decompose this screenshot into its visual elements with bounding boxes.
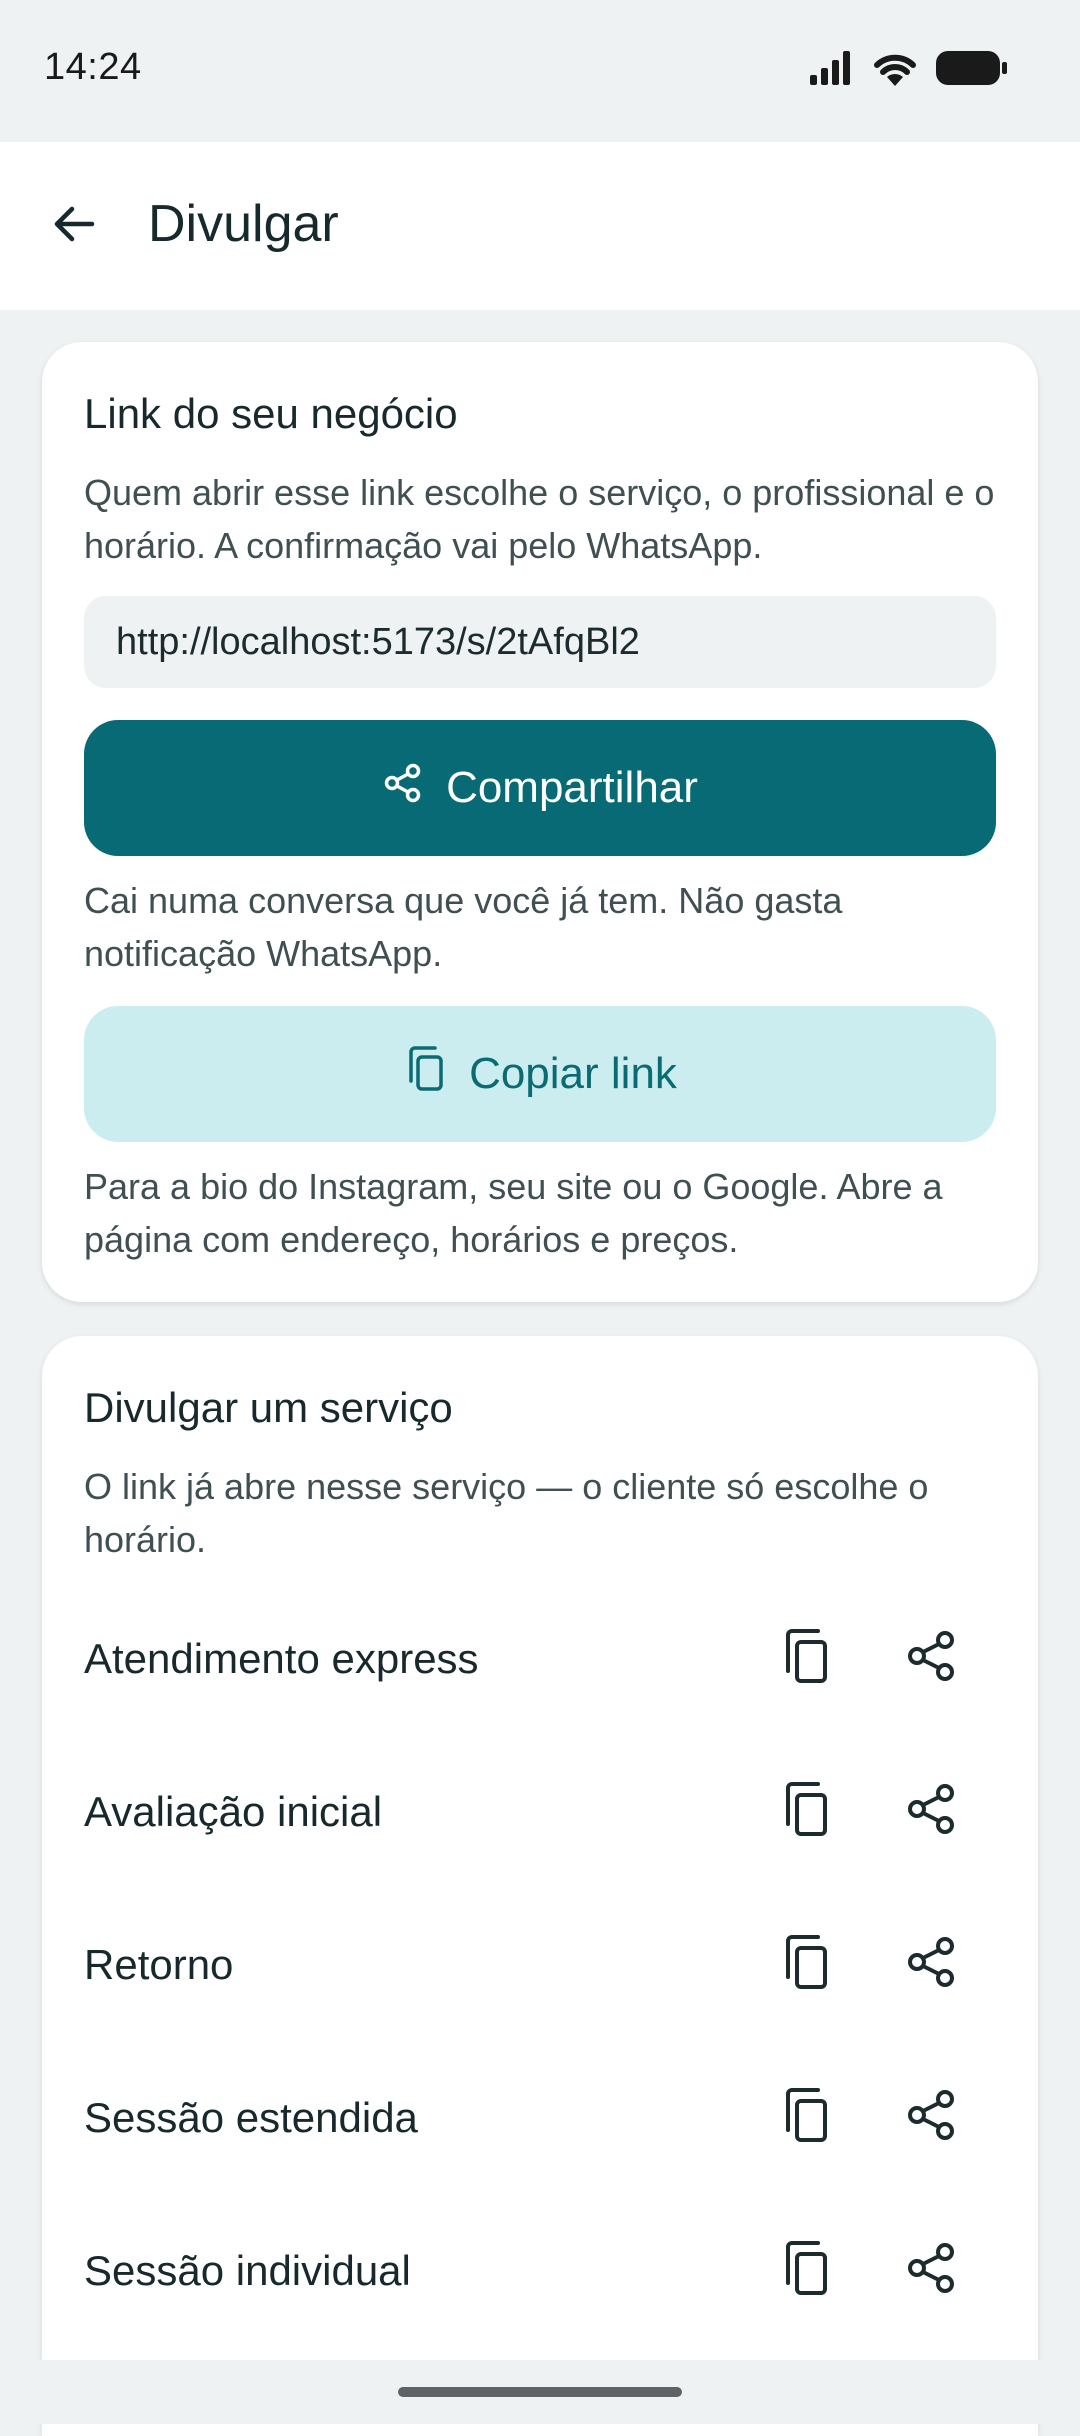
copy-service-link-button[interactable]: [764, 2229, 848, 2313]
home-indicator[interactable]: [398, 2387, 682, 2397]
service-name: Atendimento express: [84, 1634, 479, 1682]
status-bar: 14:24: [0, 0, 1080, 142]
app-bar: Divulgar: [0, 142, 1080, 310]
share-icon: [905, 1935, 959, 1994]
share-icon: [905, 2241, 959, 2300]
service-name: Sessão individual: [84, 2246, 411, 2294]
copy-service-link-button[interactable]: [764, 1617, 848, 1701]
business-link-url: http://localhost:5173/s/2tAfqBl2: [116, 620, 640, 663]
service-row: Sessão estendida: [42, 2041, 1038, 2194]
page-title: Divulgar: [148, 195, 339, 253]
share-service-link-button[interactable]: [890, 2229, 974, 2313]
wifi-icon: [872, 50, 918, 91]
copy-service-link-button[interactable]: [764, 2076, 848, 2160]
share-link-button[interactable]: Compartilhar: [84, 720, 996, 856]
battery-icon: [936, 51, 1008, 90]
service-row: Avaliação inicial: [42, 1735, 1038, 1888]
service-row: Retorno: [42, 1888, 1038, 2041]
service-row: Atendimento express: [42, 1582, 1038, 1735]
service-share-card: Divulgar um serviço O link já abre nesse…: [42, 1336, 1038, 2436]
business-link-description: Quem abrir esse link escolhe o serviço, …: [84, 472, 995, 566]
status-time: 14:24: [44, 46, 142, 88]
service-share-description: O link já abre nesse serviço — o cliente…: [84, 1466, 929, 1560]
business-link-card: Link do seu negócio Quem abrir esse link…: [42, 342, 1038, 1302]
share-icon: [905, 2088, 959, 2147]
copy-icon: [780, 1780, 832, 1843]
share-icon: [382, 762, 424, 815]
signal-icon: [810, 51, 854, 90]
business-link-title: Link do seu negócio: [84, 390, 458, 437]
status-icons: [810, 50, 1008, 91]
share-icon: [905, 1629, 959, 1688]
share-hint: Cai numa conversa que você já tem. Não g…: [84, 880, 843, 974]
copy-icon: [780, 2086, 832, 2149]
back-button[interactable]: [38, 190, 110, 262]
share-service-link-button[interactable]: [890, 1617, 974, 1701]
share-service-link-button[interactable]: [890, 2076, 974, 2160]
share-link-label: Compartilhar: [446, 763, 698, 812]
arrow-left-icon: [50, 200, 98, 253]
service-name: Sessão estendida: [84, 2093, 418, 2141]
share-service-link-button[interactable]: [890, 1770, 974, 1854]
copy-icon: [780, 1627, 832, 1690]
share-service-link-button[interactable]: [890, 1923, 974, 2007]
copy-link-button[interactable]: Copiar link: [84, 1006, 996, 1142]
copy-service-link-button[interactable]: [764, 1923, 848, 2007]
copy-icon: [780, 1933, 832, 1996]
copy-icon: [403, 1045, 447, 1104]
copy-link-label: Copiar link: [469, 1049, 677, 1098]
business-link-url-field[interactable]: http://localhost:5173/s/2tAfqBl2: [84, 596, 996, 688]
share-icon: [905, 1782, 959, 1841]
copy-service-link-button[interactable]: [764, 1770, 848, 1854]
copy-icon: [780, 2239, 832, 2302]
service-name: Avaliação inicial: [84, 1787, 383, 1835]
copy-hint: Para a bio do Instagram, seu site ou o G…: [84, 1166, 943, 1260]
service-row: Sessão individual: [42, 2194, 1038, 2347]
service-list: Atendimento express Avaliação inicial Re…: [42, 1582, 1038, 2347]
service-name: Retorno: [84, 1940, 234, 1988]
service-share-title: Divulgar um serviço: [84, 1384, 453, 1431]
